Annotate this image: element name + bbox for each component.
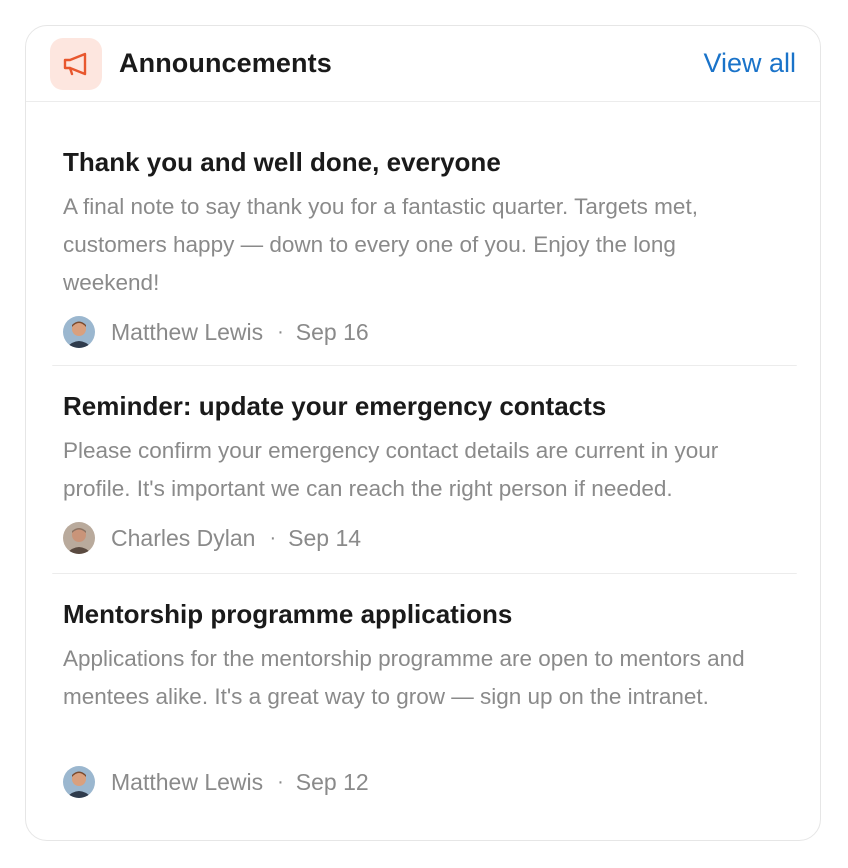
announcement-item[interactable]: Mentorship programme applications Applic… [52,579,797,819]
author-name: Matthew Lewis [111,768,264,795]
announcement-date: Sep 16 [295,318,369,345]
announcement-item[interactable]: Thank you and well done, everyone A fina… [52,127,797,367]
announcements-card: Announcements View all Thank you and wel… [25,25,821,841]
announcement-item[interactable]: Reminder: update your emergency contacts… [52,371,797,571]
announcement-meta: Matthew Lewis · Sep 12 [63,765,369,799]
meta-separator: · [277,320,284,343]
announcement-date: Sep 14 [288,524,362,551]
divider [52,365,797,366]
view-all-link[interactable]: View all [703,48,796,79]
announcement-date: Sep 12 [295,768,369,795]
announcement-body: Please confirm your emergency contact de… [63,438,719,501]
author-name: Matthew Lewis [111,318,264,345]
avatar [63,522,95,554]
meta-separator: · [277,770,284,793]
author-name: Charles Dylan [111,524,256,551]
meta-separator: · [269,526,277,549]
announcement-meta: Matthew Lewis · Sep 16 [63,315,369,349]
announcement-title: Thank you and well done, everyone [63,147,501,177]
announcement-body: Applications for the mentorship programm… [63,646,745,709]
card-header: Announcements View all [26,26,820,102]
announcement-body: A final note to say thank you for a fant… [63,194,698,295]
announcement-meta: Charles Dylan · Sep 14 [63,521,361,555]
announcement-title: Mentorship programme applications [63,599,513,629]
avatar [63,316,95,348]
card-title: Announcements [119,48,332,78]
megaphone-icon [50,38,102,90]
divider [52,573,797,574]
avatar [63,766,95,798]
announcement-title: Reminder: update your emergency contacts [63,391,607,421]
